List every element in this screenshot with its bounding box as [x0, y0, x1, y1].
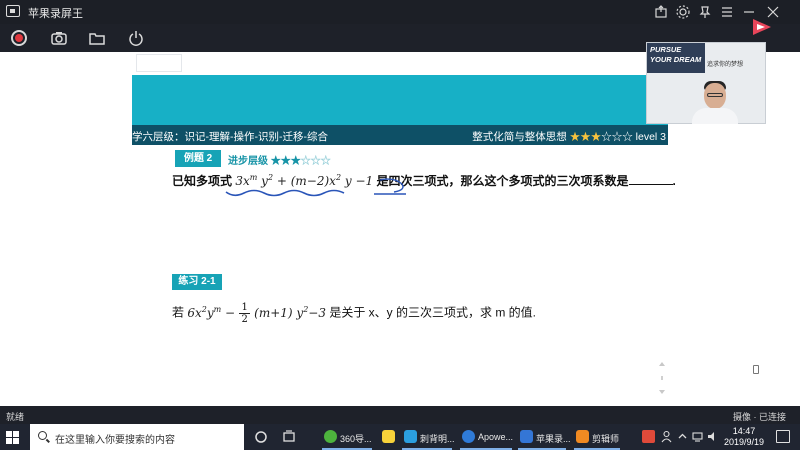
notes-icon [382, 430, 395, 443]
browser-icon [324, 430, 337, 443]
search-icon [38, 431, 47, 440]
people-icon[interactable] [660, 430, 673, 443]
example-text-before: 已知多项式 [172, 174, 233, 188]
taskbar-item-360[interactable]: 360导... [322, 424, 376, 450]
practice-suffix: 是关于 x、y 的三次三项式，求 m 的值. [329, 305, 537, 320]
network-icon[interactable] [692, 430, 705, 443]
banner-line-1: PURSUE [650, 45, 682, 54]
power-icon [129, 31, 143, 46]
task-view-icon[interactable] [282, 430, 296, 444]
practice-term-1: 6x2ym − [187, 304, 236, 320]
practice-fraction: 12 [239, 302, 250, 325]
taskbar-item-label: 360导... [340, 434, 372, 444]
tray-overflow-icon[interactable] [676, 430, 689, 443]
brand-logo-icon [753, 19, 771, 35]
search-placeholder: 在这里输入你要搜索的内容 [55, 435, 175, 446]
taskbar-clock[interactable]: 14:47 2019/9/19 [722, 426, 766, 448]
taskbar-item-label: Apowe... [478, 432, 514, 442]
faded-grid-shape [136, 54, 182, 72]
example-period: . [672, 174, 676, 188]
taskbar-item-editor[interactable]: 剪辑师 [574, 424, 624, 450]
taskbar-item-label: 刺背明... [420, 434, 455, 444]
level-stars-filled: ★★★ [569, 131, 602, 143]
power-button[interactable] [126, 28, 146, 48]
presenter-glasses [707, 93, 723, 97]
answer-blank [628, 175, 673, 185]
example-stars-empty: ☆☆☆ [300, 156, 331, 167]
practice-prefix: 若 [172, 305, 185, 320]
tray-app-icon[interactable] [642, 430, 655, 443]
camera-icon [51, 32, 67, 45]
example-level: 进步层级 ★★★☆☆☆ [228, 152, 331, 167]
level-stars-empty: ☆☆☆ [601, 131, 633, 143]
taskbar-item-recorder[interactable]: 苹果录... [518, 424, 571, 450]
notification-icon[interactable] [776, 430, 790, 443]
screen: 苹果录屏王 学六层级：识记-理解-操作-识别-迁移-综合 整式化简与整体思想 ★… [0, 0, 800, 450]
fraction-numerator: 1 [239, 302, 250, 314]
record-dot-icon [15, 34, 23, 42]
fraction-denominator: 2 [241, 314, 248, 325]
webcam-banner: PURSUE YOUR DREAM [647, 43, 705, 73]
folder-button[interactable] [87, 28, 107, 48]
taskbar-item-apowersoft[interactable]: Apowe... [460, 424, 516, 450]
app-icon [6, 5, 20, 17]
recorder-icon [520, 430, 533, 443]
app-icon-blue [404, 430, 417, 443]
practice-problem: 若 6x2ym − 12 (m+1) y2−3 是关于 x、y 的三次三项式，求… [172, 302, 536, 332]
taskbar-item-label: 剪辑师 [592, 434, 620, 444]
video-editor-icon [576, 430, 589, 443]
folder-icon [89, 33, 105, 45]
slide-header-banner [132, 75, 668, 125]
menu-icon[interactable] [718, 3, 736, 21]
settings-icon[interactable] [674, 3, 692, 21]
webcam-tagline: 追求你的梦想 [707, 62, 744, 68]
taskbar-search[interactable]: 在这里输入你要搜索的内容 [30, 424, 244, 450]
camera-button[interactable] [49, 28, 69, 48]
cortana-icon[interactable] [254, 430, 268, 444]
practice-term-2: (m+1) y2−3 [254, 304, 326, 320]
mouse-cursor-icon [753, 365, 759, 374]
volume-icon[interactable] [706, 430, 719, 443]
level-text: level 3 [635, 131, 666, 143]
level-bar: 学六层级：识记-理解-操作-识别-迁移-综合 整式化简与整体思想 ★★★☆☆☆ … [132, 125, 668, 145]
taskbar-item-notes[interactable] [380, 424, 395, 450]
level-hierarchy-text: 学六层级：识记-理解-操作-识别-迁移-综合 [132, 131, 328, 143]
topic-text: 整式化简与整体思想 [472, 131, 567, 143]
status-right: 摄像 · 已连接 [733, 412, 786, 422]
example-level-prefix: 进步层级 [228, 156, 268, 167]
title-bar: 苹果录屏王 [0, 0, 800, 24]
clock-date: 2019/9/19 [723, 437, 765, 447]
presenter-body [692, 108, 738, 124]
underline-annotation-icon [225, 178, 406, 197]
windows-taskbar: 在这里输入你要搜索的内容 360导... 刺背明... Apowe... 苹果录… [0, 424, 800, 450]
taskbar-item-label: 苹果录... [536, 434, 571, 444]
practice-label: 练习 2-1 [172, 274, 222, 290]
topic-and-level: 整式化简与整体思想 ★★★☆☆☆ level 3 [472, 129, 666, 144]
clock-time: 14:47 [732, 426, 756, 436]
example-label: 例题 2 [175, 150, 221, 167]
share-icon[interactable] [652, 3, 670, 21]
window-title: 苹果录屏王 [28, 8, 83, 20]
record-button[interactable] [9, 28, 29, 48]
slide-scroll-indicator[interactable] [659, 362, 665, 396]
status-left: 就绪 [6, 412, 25, 422]
start-button[interactable] [6, 431, 19, 444]
example-stars-filled: ★★★ [270, 156, 301, 167]
pin-icon[interactable] [696, 3, 714, 21]
apowersoft-icon [462, 430, 475, 443]
taskbar-item-app2[interactable]: 刺背明... [402, 424, 456, 450]
banner-line-2: YOUR DREAM [650, 55, 702, 64]
status-bar: 就绪 摄像 · 已连接 [0, 406, 800, 424]
